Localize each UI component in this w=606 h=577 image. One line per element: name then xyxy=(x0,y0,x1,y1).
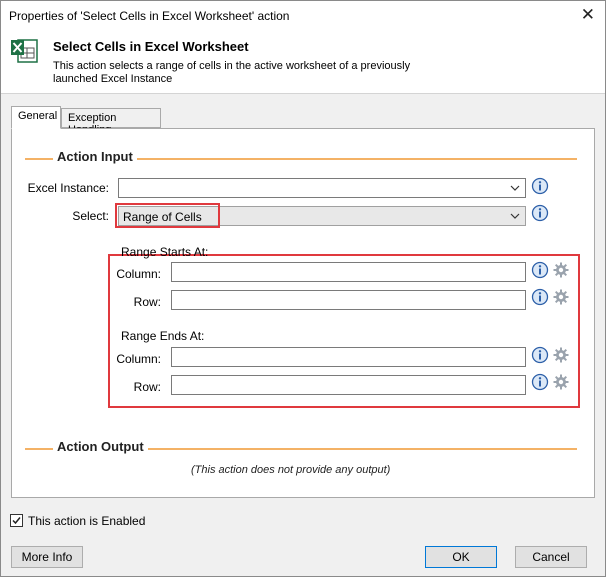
action-input-heading: Action Input xyxy=(53,149,137,164)
excel-instance-dropdown[interactable] xyxy=(118,178,526,198)
start-column-label: Column: xyxy=(116,267,161,281)
start-column-input[interactable] xyxy=(171,262,526,282)
info-icon[interactable] xyxy=(531,261,549,279)
info-icon[interactable] xyxy=(531,204,549,222)
tab-exception-handling[interactable]: Exception Handling xyxy=(61,108,161,136)
gear-icon[interactable] xyxy=(553,289,569,305)
end-row-label: Row: xyxy=(133,380,161,394)
no-output-message: (This action does not provide any output… xyxy=(191,464,391,476)
select-label: Select: xyxy=(72,209,109,223)
select-highlight-box xyxy=(115,203,220,228)
range-ends-label: Range Ends At: xyxy=(121,329,205,343)
info-icon[interactable] xyxy=(531,346,549,364)
range-starts-label: Range Starts At: xyxy=(121,245,209,259)
cancel-button[interactable]: Cancel xyxy=(515,546,587,568)
action-header: Select Cells in Excel Worksheet This act… xyxy=(1,32,605,94)
info-icon[interactable] xyxy=(531,288,549,306)
more-info-button[interactable]: More Info xyxy=(11,546,83,568)
start-row-label: Row: xyxy=(133,295,161,309)
excel-instance-label: Excel Instance: xyxy=(27,181,109,195)
gear-icon[interactable] xyxy=(553,347,569,363)
chevron-down-icon xyxy=(510,185,520,191)
gear-icon[interactable] xyxy=(553,262,569,278)
info-icon[interactable] xyxy=(531,177,549,195)
action-description: This action selects a range of cells in … xyxy=(53,60,411,85)
end-column-input[interactable] xyxy=(171,347,526,367)
ok-button[interactable]: OK xyxy=(425,546,497,568)
gear-icon[interactable] xyxy=(553,374,569,390)
title-bar[interactable]: Properties of 'Select Cells in Excel Wor… xyxy=(1,1,605,32)
action-title: Select Cells in Excel Worksheet xyxy=(53,39,249,54)
info-icon[interactable] xyxy=(531,373,549,391)
chevron-down-icon xyxy=(510,213,520,219)
action-output-heading: Action Output xyxy=(53,439,148,454)
window-title: Properties of 'Select Cells in Excel Wor… xyxy=(9,9,290,23)
excel-icon xyxy=(11,39,38,63)
enabled-checkbox[interactable] xyxy=(10,514,23,527)
end-row-input[interactable] xyxy=(171,375,526,395)
start-row-input[interactable] xyxy=(171,290,526,310)
properties-dialog: Properties of 'Select Cells in Excel Wor… xyxy=(0,0,606,577)
enabled-label: This action is Enabled xyxy=(28,514,146,528)
tab-general[interactable]: General xyxy=(11,106,61,129)
close-icon[interactable]: ✕ xyxy=(581,5,595,25)
end-column-label: Column: xyxy=(116,352,161,366)
checkmark-icon xyxy=(12,517,21,525)
